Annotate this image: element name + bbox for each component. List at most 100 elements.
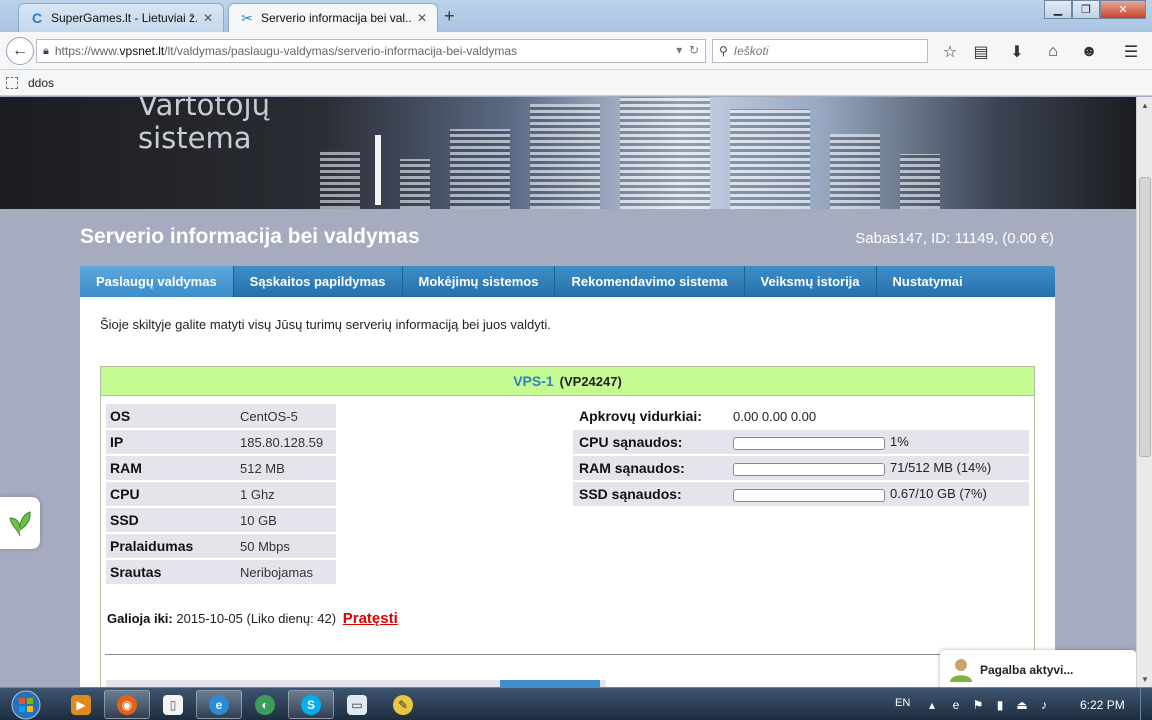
download-icon[interactable]: ⬇ bbox=[1006, 41, 1028, 63]
reload-icon[interactable]: ▾ ↻ bbox=[676, 43, 699, 57]
live-help-widget[interactable]: Pagalba aktyvi... bbox=[940, 650, 1136, 687]
file-icon: ▯ bbox=[163, 694, 183, 715]
server-usage-table: Apkrovų vidurkiai: 0.00 0.00 0.00 CPU są… bbox=[573, 402, 1029, 508]
spec-row: SSD 10 GB bbox=[106, 508, 336, 532]
load-row: Apkrovų vidurkiai: 0.00 0.00 0.00 bbox=[573, 404, 1029, 428]
scroll-down-icon[interactable]: ▼ bbox=[1137, 671, 1152, 687]
spec-value: 1 Ghz bbox=[235, 482, 336, 506]
bookmark-page-icon bbox=[6, 76, 18, 89]
usage-key: SSD sąnaudos: bbox=[573, 482, 733, 506]
bookmark-star-icon[interactable]: ☆ bbox=[939, 41, 961, 63]
search-input[interactable]: ⚲ Ieškoti bbox=[712, 39, 928, 63]
usage-key: RAM sąnaudos: bbox=[573, 456, 733, 480]
scroll-thumb[interactable] bbox=[1139, 177, 1151, 457]
tab-serverio-informacija[interactable]: ✂ Serverio informacija bei val... ✕ bbox=[228, 3, 438, 32]
back-arrow-icon[interactable]: ← bbox=[6, 37, 34, 65]
vpsnet-favicon-icon: ✂ bbox=[241, 9, 253, 26]
next-section-button[interactable] bbox=[500, 680, 600, 687]
taskbar-window[interactable]: ▭ bbox=[334, 690, 380, 719]
taskbar-ie[interactable]: e bbox=[196, 690, 242, 719]
paint-icon: ✎ bbox=[393, 694, 413, 715]
bookmarks-toolbar: ddos bbox=[0, 70, 1152, 96]
tab-close-icon[interactable]: ✕ bbox=[203, 11, 213, 25]
tray-volume-icon[interactable]: ♪ bbox=[1036, 697, 1052, 713]
skype-icon: S bbox=[301, 694, 321, 715]
search-icon: ⚲ bbox=[719, 44, 728, 58]
menu-paslaugu-valdymas[interactable]: Paslaugų valdymas bbox=[80, 266, 234, 297]
url-path: /lt/valdymas/paslaugu-valdymas/serverio-… bbox=[164, 44, 518, 58]
spec-value: 50 Mbps bbox=[235, 534, 336, 558]
spec-value: Neribojamas bbox=[235, 560, 336, 584]
scroll-up-icon[interactable]: ▲ bbox=[1137, 97, 1152, 113]
load-value: 0.00 0.00 0.00 bbox=[733, 408, 817, 424]
taskbar-clock[interactable]: 6:22 PM bbox=[1080, 698, 1125, 712]
usage-text: 1% bbox=[890, 434, 909, 450]
tab-supergames[interactable]: C SuperGames.lt - Lietuviai ž... ✕ bbox=[18, 3, 224, 32]
spec-key: SSD bbox=[106, 508, 235, 532]
tab-close-icon[interactable]: ✕ bbox=[417, 11, 427, 25]
usage-row-cpu: CPU sąnaudos: 1% bbox=[573, 430, 1029, 454]
taskbar-media-player[interactable]: ▶ bbox=[58, 690, 104, 719]
bookmark-ddos[interactable]: ddos bbox=[28, 76, 54, 90]
lock-icon: 🔒︎ bbox=[43, 44, 49, 57]
intro-text: Šioje skiltyje galite matyti visų Jūsų t… bbox=[100, 317, 551, 332]
menu-veiksmu-istorija[interactable]: Veiksmų istorija bbox=[745, 266, 877, 297]
show-desktop-button[interactable] bbox=[1140, 688, 1152, 720]
cpu-usage-bar bbox=[733, 436, 885, 450]
reading-list-icon[interactable]: ▤ bbox=[970, 41, 992, 63]
tray-usb-icon[interactable]: ⏏ bbox=[1014, 697, 1030, 713]
spec-key: Pralaidumas bbox=[106, 534, 235, 558]
start-button[interactable] bbox=[4, 689, 48, 720]
tray-expand-icon[interactable]: ▴ bbox=[924, 697, 940, 713]
minimize-icon[interactable]: ▁ bbox=[1044, 0, 1072, 19]
usage-row-ssd: SSD sąnaudos: 0.67/10 GB (7%) bbox=[573, 482, 1029, 506]
browser-nav-bar: ← 🔒︎ https://www. vpsnet.lt/lt/valdymas/p… bbox=[0, 32, 1152, 70]
page-viewport: Vartotojų sistema Serverio informacija b… bbox=[0, 97, 1136, 687]
home-icon[interactable]: ⌂ bbox=[1042, 41, 1064, 63]
spec-row: Srautas Neribojamas bbox=[106, 560, 336, 584]
hello-chat-icon[interactable]: ☻ bbox=[1078, 41, 1100, 63]
tray-network-icon[interactable]: ▮ bbox=[992, 697, 1008, 713]
taskbar-paint[interactable]: ✎ bbox=[380, 690, 426, 719]
page-scrollbar[interactable]: ▲ ▼ bbox=[1136, 97, 1152, 687]
usage-text: 0.67/10 GB (7%) bbox=[890, 486, 987, 502]
spec-key: OS bbox=[106, 404, 235, 428]
address-bar[interactable]: 🔒︎ https://www. vpsnet.lt/lt/valdymas/pas… bbox=[36, 39, 706, 63]
taskbar-skype[interactable]: S bbox=[288, 690, 334, 719]
support-agent-icon bbox=[950, 659, 972, 682]
banner-decor-bar bbox=[375, 135, 381, 205]
menu-mokejimu-sistemos[interactable]: Mokėjimų sistemos bbox=[403, 266, 556, 297]
menu-rekomendavimo-sistema[interactable]: Rekomendavimo sistema bbox=[555, 266, 745, 297]
server-header: VPS-1 (VP24247) bbox=[101, 367, 1034, 396]
spec-value: 512 MB bbox=[235, 456, 336, 480]
windows-taskbar: ▶ ◉ ▯ e ◐ S ▭ ✎ EN ▴ e ⚑ ▮ ⏏ ♪ 6:22 PM bbox=[0, 687, 1152, 720]
windows-logo-icon bbox=[11, 690, 41, 719]
menu-hamburger-icon[interactable]: ☰ bbox=[1120, 41, 1142, 63]
server-name-link[interactable]: VPS-1 bbox=[513, 373, 553, 389]
ie-icon: e bbox=[209, 694, 229, 715]
side-feedback-widget[interactable] bbox=[0, 497, 40, 549]
window-controls: ▁ ❐ ✕ bbox=[1044, 0, 1146, 19]
tray-flag-icon[interactable]: ⚑ bbox=[970, 697, 986, 713]
help-label: Pagalba aktyvi... bbox=[980, 663, 1074, 677]
ssd-usage-bar bbox=[733, 488, 885, 502]
expiry-info: Galioja iki: 2015-10-05 (Liko dienų: 42)… bbox=[107, 610, 398, 627]
media-player-icon: ▶ bbox=[71, 694, 91, 715]
tray-ie-icon[interactable]: e bbox=[948, 697, 964, 713]
taskbar-app[interactable]: ◐ bbox=[242, 690, 288, 719]
tab-title: Serverio informacija bei val... bbox=[261, 11, 411, 25]
menu-nustatymai[interactable]: Nustatymai bbox=[877, 266, 979, 297]
next-section-row bbox=[106, 680, 606, 687]
menu-saskaitos-papildymas[interactable]: Sąskaitos papildymas bbox=[234, 266, 403, 297]
usage-text: 71/512 MB (14%) bbox=[890, 460, 992, 476]
browser-tab-bar: C SuperGames.lt - Lietuviai ž... ✕ ✂ Ser… bbox=[0, 0, 1152, 32]
language-indicator[interactable]: EN bbox=[895, 697, 910, 709]
restore-icon[interactable]: ❐ bbox=[1072, 0, 1100, 19]
new-tab-icon[interactable]: + bbox=[444, 6, 455, 27]
url-prefix: https://www. bbox=[54, 44, 120, 58]
renew-link[interactable]: Pratęsti bbox=[343, 610, 398, 627]
close-window-icon[interactable]: ✕ bbox=[1100, 0, 1146, 19]
taskbar-files[interactable]: ▯ bbox=[150, 690, 196, 719]
tab-title: SuperGames.lt - Lietuviai ž... bbox=[51, 11, 197, 25]
taskbar-firefox[interactable]: ◉ bbox=[104, 690, 150, 719]
